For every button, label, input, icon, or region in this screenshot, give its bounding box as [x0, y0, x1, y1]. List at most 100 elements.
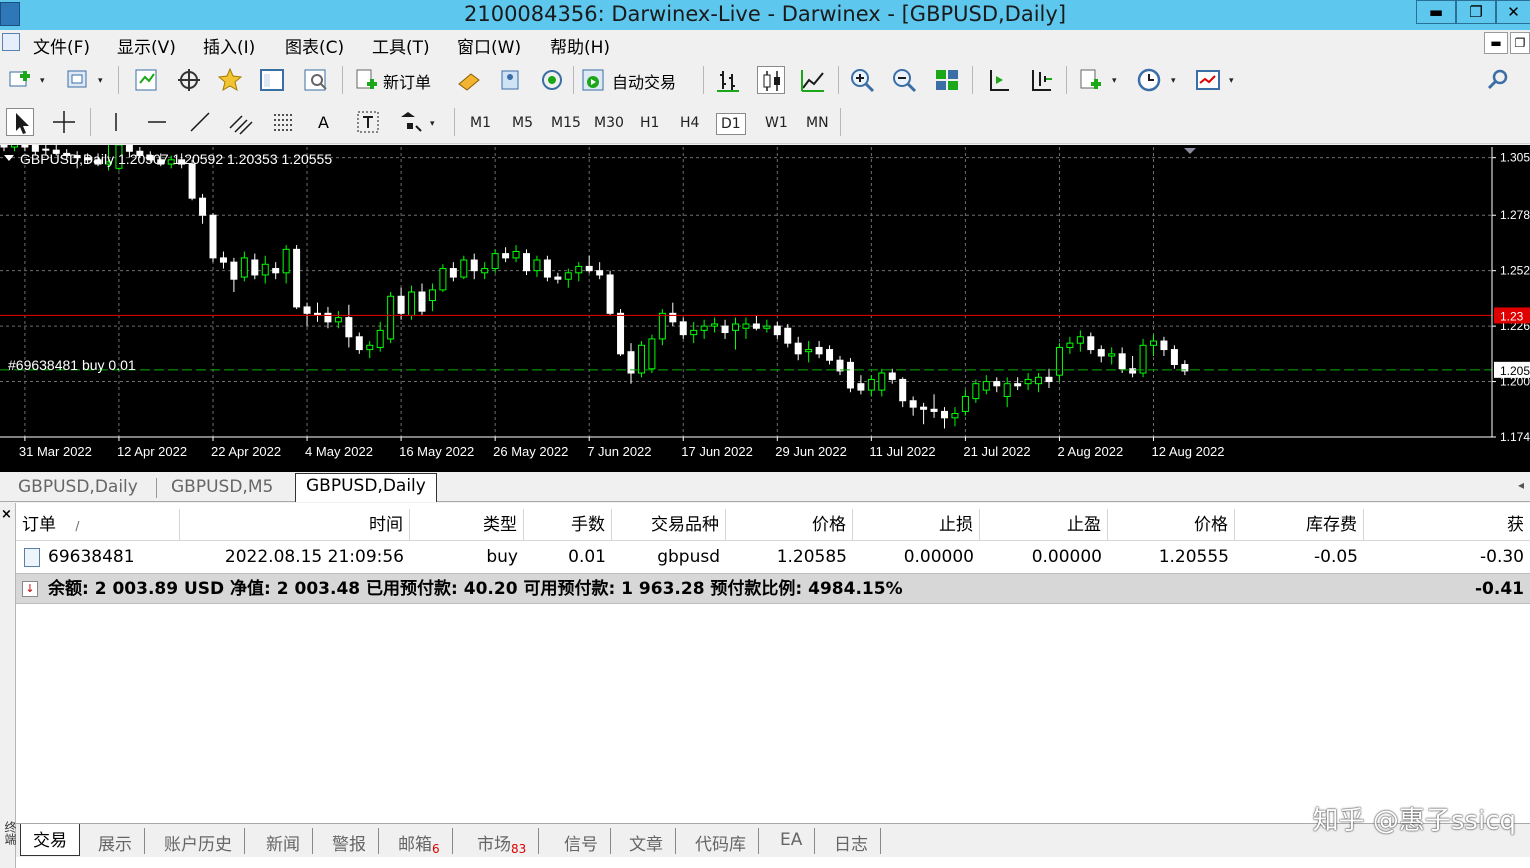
chart-tab-gbpusd-m5[interactable]: GBPUSD,M5 — [161, 475, 283, 501]
candle-body — [303, 306, 311, 314]
crosshair-icon[interactable] — [50, 108, 78, 136]
tab-experts[interactable]: EA — [768, 828, 816, 854]
chart-shift-icon[interactable] — [1026, 66, 1054, 94]
minimize-button[interactable]: ▬ — [1416, 0, 1456, 24]
mdi-minimize-button[interactable]: ▬ — [1484, 32, 1508, 54]
new-order-icon[interactable] — [353, 66, 381, 94]
timeframe-w1[interactable]: W1 — [761, 113, 792, 133]
chart-area[interactable]: 1.305 1.278 1.252 1.226 1.200 1.174 31 Mar 202… — [0, 145, 1530, 472]
tab-account-history[interactable]: 账户历史 — [152, 828, 245, 855]
tab-news[interactable]: 新闻 — [254, 828, 313, 855]
data-window-icon[interactable] — [175, 66, 203, 94]
vertical-line-icon[interactable] — [102, 108, 130, 136]
column-time[interactable]: 时间 — [180, 509, 410, 541]
menu-help[interactable]: 帮助(H) — [550, 33, 610, 58]
chart-shift-marker-icon[interactable] — [1184, 148, 1196, 154]
chart-tab-gbpusd-daily-2[interactable]: GBPUSD,Daily — [295, 473, 437, 502]
arrows-icon[interactable] — [396, 108, 424, 136]
tab-market[interactable]: 市场83 — [465, 828, 540, 856]
arrows-dropdown-icon[interactable]: ▾ — [430, 119, 435, 129]
auto-trading-button[interactable]: 自动交易 — [612, 69, 676, 93]
mdi-restore-button[interactable]: ❐ — [1510, 32, 1530, 54]
timeframe-h4[interactable]: H4 — [676, 113, 703, 133]
tab-alerts[interactable]: 警报 — [320, 828, 379, 855]
menu-view[interactable]: 显示(V) — [117, 33, 176, 58]
new-chart-dropdown-icon[interactable]: ▾ — [40, 76, 45, 86]
line-chart-icon[interactable] — [799, 66, 827, 94]
tab-mailbox[interactable]: 邮箱6 — [386, 828, 453, 856]
close-button[interactable]: ✕ — [1496, 0, 1530, 24]
templates-icon[interactable] — [1194, 66, 1222, 94]
menu-file[interactable]: 文件(F) — [33, 33, 90, 58]
tab-exposure[interactable]: 展示 — [86, 828, 145, 855]
tab-scroll-left-icon[interactable]: ◂ — [1518, 478, 1524, 492]
timeframe-m30[interactable]: M30 — [590, 113, 628, 133]
equidistant-channel-icon[interactable] — [227, 108, 255, 136]
zoom-in-icon[interactable] — [848, 66, 876, 94]
signals-icon[interactable] — [497, 66, 525, 94]
indicators-dropdown-icon[interactable]: ▾ — [1112, 76, 1117, 86]
timeframe-h1[interactable]: H1 — [636, 113, 663, 133]
bar-chart-icon[interactable] — [714, 66, 742, 94]
templates-dropdown-icon[interactable]: ▾ — [1229, 76, 1234, 86]
new-order-button[interactable]: 新订单 — [383, 69, 431, 93]
column-order[interactable]: 订单 / — [16, 509, 180, 541]
terminal-close-icon[interactable]: × — [1, 507, 12, 522]
cursor-icon[interactable] — [6, 108, 34, 136]
auto-scroll-icon[interactable] — [984, 66, 1012, 94]
zoom-out-icon[interactable] — [890, 66, 918, 94]
periods-dropdown-icon[interactable]: ▾ — [1171, 76, 1176, 86]
trendline-icon[interactable] — [186, 108, 214, 136]
strategy-tester-icon[interactable] — [302, 66, 330, 94]
column-stop-loss[interactable]: 止损 — [853, 509, 980, 541]
new-chart-icon[interactable] — [6, 66, 34, 94]
periods-icon[interactable] — [1135, 66, 1163, 94]
timeframe-m1[interactable]: M1 — [466, 113, 495, 133]
market-watch-icon[interactable] — [132, 66, 160, 94]
menu-tools[interactable]: 工具(T) — [372, 33, 430, 58]
column-swap[interactable]: 库存费 — [1235, 509, 1364, 541]
navigator-icon[interactable] — [216, 66, 244, 94]
search-icon[interactable] — [1484, 66, 1512, 94]
metaeditor-icon[interactable] — [455, 66, 483, 94]
candlestick-chart[interactable]: 1.3051.2781.2521.2261.2001.17431 Mar 202… — [0, 145, 1530, 472]
candlestick-icon[interactable] — [757, 66, 785, 94]
text-label-icon[interactable] — [354, 108, 382, 136]
tab-signals[interactable]: 信号 — [552, 828, 611, 855]
chart-grid: 1.3051.2781.2521.2261.2001.17431 Mar 202… — [0, 147, 1530, 459]
timeframe-d1[interactable]: D1 — [716, 113, 746, 135]
chart-tab-gbpusd-daily-1[interactable]: GBPUSD,Daily — [8, 475, 148, 501]
text-tool-button[interactable]: A — [318, 113, 329, 132]
fibonacci-icon[interactable] — [270, 108, 298, 136]
column-profit[interactable]: 获 — [1364, 509, 1530, 541]
menu-window[interactable]: 窗口(W) — [457, 33, 521, 58]
tile-windows-icon[interactable] — [933, 66, 961, 94]
timeframe-m15[interactable]: M15 — [547, 113, 585, 133]
table-row[interactable]: 69638481 2022.08.15 21:09:56 buy 0.01 gb… — [16, 542, 1530, 573]
menu-insert[interactable]: 插入(I) — [203, 33, 255, 58]
market-icon[interactable] — [538, 66, 566, 94]
tab-articles[interactable]: 文章 — [617, 828, 676, 855]
terminal-icon[interactable] — [258, 66, 286, 94]
profiles-dropdown-icon[interactable]: ▾ — [98, 76, 103, 86]
chart-window-icon[interactable] — [2, 33, 20, 51]
timeframe-m5[interactable]: M5 — [508, 113, 537, 133]
account-summary-row[interactable]: ↓ 余额: 2 003.89 USD 净值: 2 003.48 已用预付款: 4… — [16, 573, 1530, 604]
column-lots[interactable]: 手数 — [524, 509, 612, 541]
column-symbol[interactable]: 交易品种 — [612, 509, 726, 541]
column-current-price[interactable]: 价格 — [1108, 509, 1235, 541]
restore-button[interactable]: ❐ — [1456, 0, 1496, 24]
horizontal-line-icon[interactable] — [143, 108, 171, 136]
tab-journal[interactable]: 日志 — [822, 828, 881, 855]
tab-trade[interactable]: 交易 — [20, 824, 80, 856]
candle-body — [867, 378, 875, 391]
menu-charts[interactable]: 图表(C) — [285, 33, 344, 58]
column-open-price[interactable]: 价格 — [726, 509, 853, 541]
timeframe-mn[interactable]: MN — [802, 113, 833, 133]
indicators-icon[interactable] — [1077, 66, 1105, 94]
auto-trading-icon[interactable] — [579, 66, 607, 94]
profiles-icon[interactable] — [64, 66, 92, 94]
tab-code-base[interactable]: 代码库 — [683, 828, 759, 855]
column-take-profit[interactable]: 止盈 — [980, 509, 1108, 541]
column-type[interactable]: 类型 — [410, 509, 524, 541]
